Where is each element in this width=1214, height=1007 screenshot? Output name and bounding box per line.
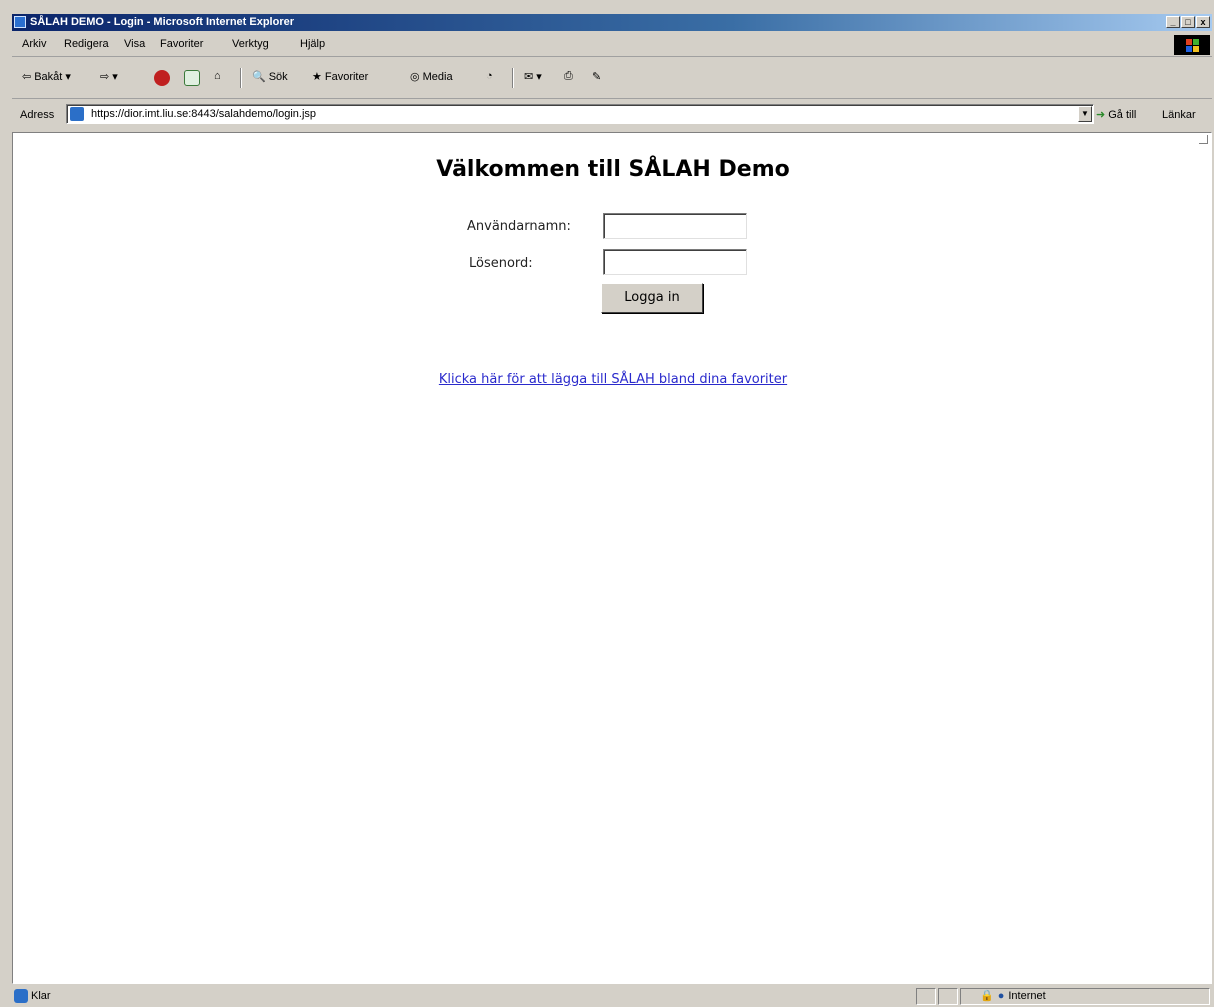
address-input[interactable]: https://dior.imt.liu.se:8443/salahdemo/l… (66, 104, 1094, 124)
username-label: Användarnamn: (467, 219, 571, 234)
media-icon: ◎ (410, 71, 420, 83)
mail-icon: ✉ (524, 71, 534, 83)
links-toolbar[interactable]: Länkar (1162, 109, 1196, 121)
minimize-button[interactable]: _ (1166, 16, 1180, 28)
username-input[interactable] (603, 213, 747, 239)
refresh-button[interactable] (184, 70, 200, 86)
back-button[interactable]: ⇦ Bakåt ▾ (22, 70, 71, 84)
menu-favoriter[interactable]: Favoriter (160, 38, 203, 50)
refresh-icon (184, 70, 200, 86)
window-title: SÅLAH DEMO - Login - Microsoft Internet … (30, 16, 295, 28)
search-button[interactable]: 🔍 Sök (252, 70, 288, 84)
forward-arrow-icon: ⇨ (100, 71, 110, 83)
menu-bar: Arkiv Redigera Visa Favoriter Verktyg Hj… (12, 34, 1212, 57)
menu-redigera[interactable]: Redigera (64, 38, 109, 50)
globe-icon: ● (997, 989, 1005, 1002)
window-controls: _ □ x (1166, 16, 1210, 28)
back-arrow-icon: ⇦ (22, 71, 32, 83)
status-pane (938, 988, 958, 1005)
search-icon: 🔍 (252, 71, 266, 83)
ie-app-icon (14, 16, 26, 28)
media-label: Media (422, 70, 453, 83)
window-title-bar[interactable]: SÅLAH DEMO - Login - Microsoft Internet … (12, 14, 1212, 31)
edit-icon: ✎ (592, 71, 602, 83)
menu-verktyg[interactable]: Verktyg (232, 38, 269, 50)
scroll-corner (1199, 135, 1208, 144)
mail-button[interactable]: ✉ ▾ (524, 70, 542, 83)
toolbar-separator (240, 68, 242, 88)
page-content: Välkommen till SÅLAH Demo Användarnamn: … (12, 132, 1212, 984)
go-arrow-icon: ➜ (1096, 109, 1106, 121)
menu-arkiv[interactable]: Arkiv (22, 38, 46, 50)
print-button[interactable]: ⎙ (564, 70, 573, 83)
close-button[interactable]: x (1196, 16, 1210, 28)
media-button[interactable]: ◎ Media (410, 70, 453, 84)
status-bar: Klar 🔒 ● Internet (12, 986, 1212, 1006)
favorites-button[interactable]: ★ Favoriter (312, 70, 369, 84)
standard-toolbar: ⇦ Bakåt ▾ ⇨ ▾ ⌂ 🔍 Sök ★ Favoriter ◎ Medi… (12, 58, 1212, 99)
search-label: Sök (268, 70, 288, 83)
toolbar-separator (512, 68, 514, 88)
back-label: Bakåt (34, 70, 63, 83)
add-favorites-link[interactable]: Klicka här för att lägga till SÅLAH blan… (13, 372, 1213, 387)
status-pane (916, 988, 936, 1005)
lock-icon: 🔒 (980, 990, 994, 1002)
page-status-icon (14, 989, 28, 1003)
password-label: Lösenord: (469, 256, 533, 271)
home-button[interactable]: ⌂ (214, 70, 221, 82)
page-icon (70, 107, 84, 121)
edit-button[interactable]: ✎ (592, 70, 601, 83)
favorites-label: Favoriter (324, 70, 369, 83)
stop-button[interactable] (154, 70, 170, 86)
login-button[interactable]: Logga in (601, 283, 703, 313)
menu-hjalp[interactable]: Hjälp (300, 38, 325, 50)
address-label: Adress (20, 109, 55, 121)
status-area: Klar (14, 989, 51, 1003)
menu-visa[interactable]: Visa (124, 38, 145, 50)
stop-icon (154, 70, 170, 86)
security-zone: 🔒 ● Internet (980, 989, 1046, 1003)
status-text: Klar (31, 990, 51, 1002)
address-url: https://dior.imt.liu.se:8443/salahdemo/l… (91, 108, 317, 120)
password-input[interactable] (603, 249, 747, 275)
favorites-icon: ★ (312, 71, 322, 83)
maximize-button[interactable]: □ (1181, 16, 1195, 28)
print-icon: ⎙ (564, 70, 573, 82)
address-dropdown-icon[interactable]: ▼ (1078, 106, 1092, 122)
history-icon: ◔ (486, 70, 493, 82)
windows-logo-icon (1174, 35, 1210, 55)
home-icon: ⌂ (214, 70, 221, 82)
zone-text: Internet (1008, 989, 1046, 1002)
address-bar: Adress https://dior.imt.liu.se:8443/sala… (12, 101, 1212, 129)
history-button[interactable]: ◔ (486, 70, 493, 82)
forward-button[interactable]: ⇨ ▾ (100, 70, 118, 83)
go-button[interactable]: ➜ Gå till (1096, 108, 1137, 122)
go-label: Gå till (1108, 108, 1137, 121)
dropdown-arrow-icon: ▾ (65, 71, 71, 83)
page-heading: Välkommen till SÅLAH Demo (436, 157, 790, 182)
dropdown-arrow-icon: ▾ (112, 71, 118, 83)
dropdown-arrow-icon: ▾ (536, 71, 542, 83)
